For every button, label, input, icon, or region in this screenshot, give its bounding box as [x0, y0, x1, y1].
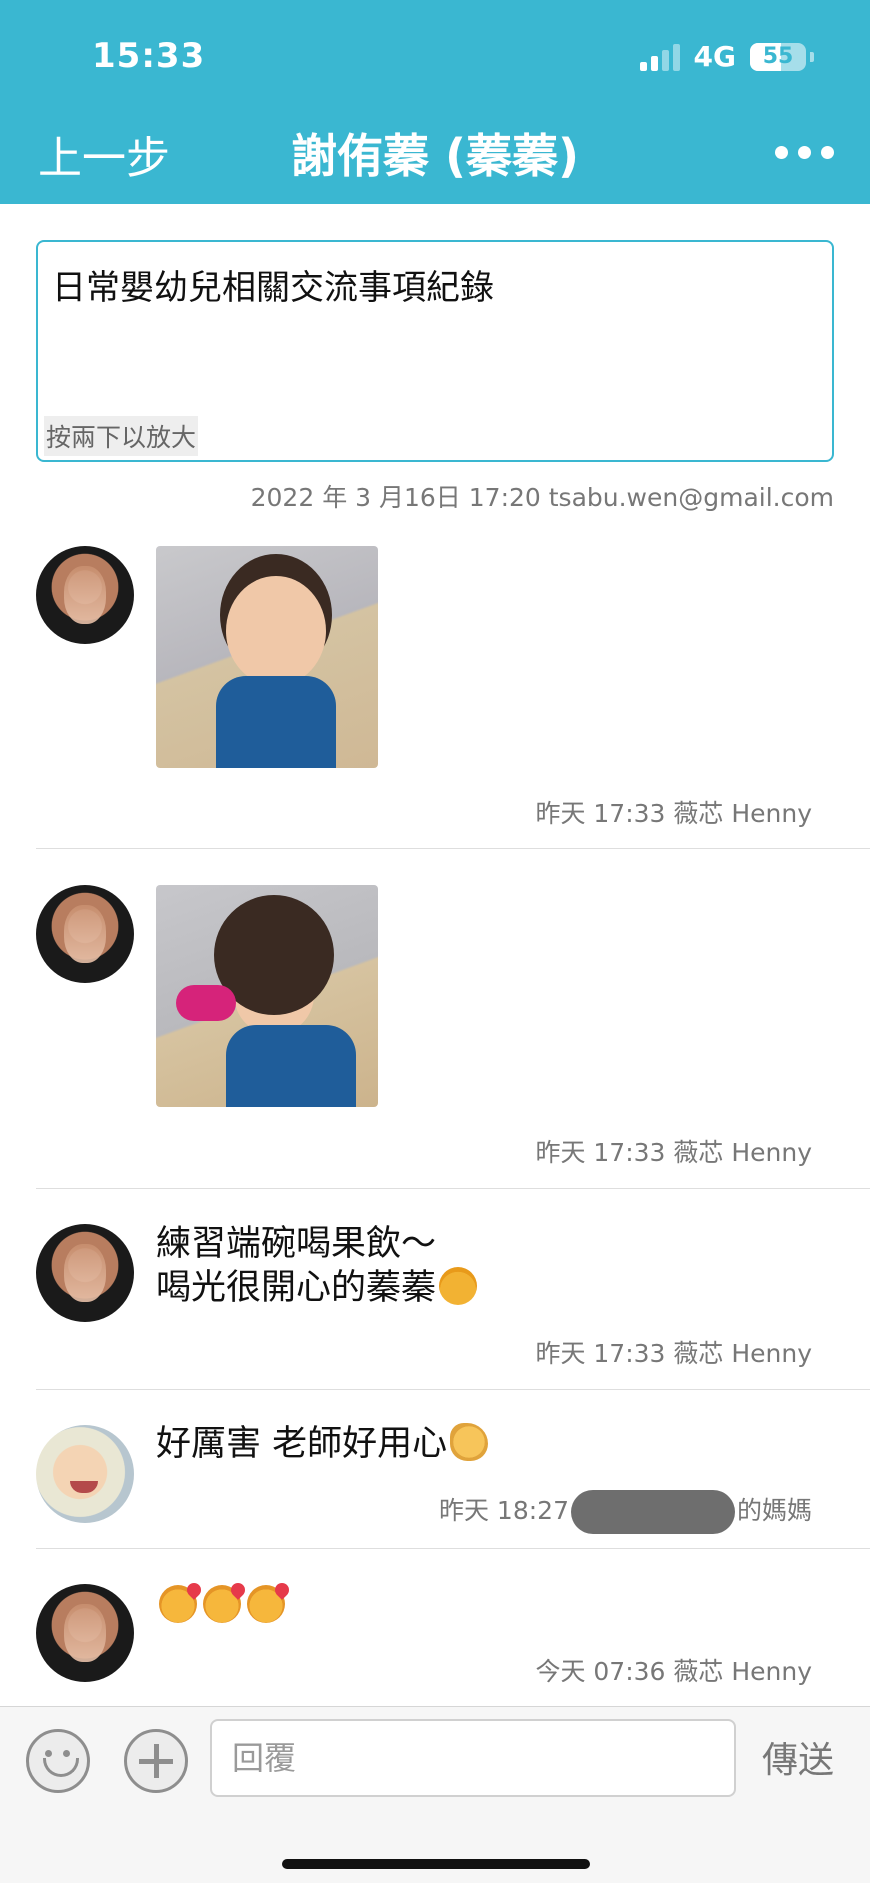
composer-bar: 傳送 [0, 1706, 870, 1883]
page-title: 謝侑蓁 (蓁蓁) [290, 129, 580, 183]
photo-attachment[interactable] [156, 546, 378, 768]
emoji-picker-icon[interactable] [26, 1729, 90, 1793]
avatar[interactable] [36, 885, 134, 983]
note-meta: 2022 年 3 月16日 17:20 tsabu.wen@gmail.com [250, 483, 834, 512]
battery-percent: 55 [762, 43, 794, 69]
smiling-face-with-hearts-icon [203, 1585, 241, 1623]
message-divider [36, 1548, 870, 1549]
signal-icon [639, 43, 680, 71]
home-indicator [282, 1859, 590, 1869]
message-line: 練習端碗喝果飲～ [156, 1224, 437, 1264]
message-meta: 昨天 17:33 薇芯 Henny [535, 799, 812, 828]
app-header: 15:33 4G 55 上一步 謝侑蓁 (蓁蓁) [0, 0, 870, 204]
message-text: 好厲害 老師好用心 [156, 1422, 491, 1466]
zoom-hint: 按兩下以放大 [44, 416, 199, 456]
message-meta: 昨天 17:33 薇芯 Henny [535, 1138, 812, 1167]
battery-icon: 55 [750, 42, 806, 71]
add-attachment-icon[interactable] [124, 1729, 188, 1793]
avatar[interactable] [36, 546, 134, 644]
network-label: 4G [693, 40, 736, 73]
message-meta: 今天 07:36 薇芯 Henny [535, 1657, 812, 1686]
status-indicators: 4G 55 [639, 40, 814, 73]
smiling-face-with-hearts-icon [159, 1585, 197, 1623]
note-text: 日常嬰幼兒相關交流事項紀錄 [52, 268, 494, 308]
message-line-text: 好厲害 老師好用心 [156, 1424, 448, 1464]
clapping-hands-emoji-icon [450, 1423, 489, 1461]
avatar[interactable] [36, 1425, 134, 1523]
message-divider [36, 1389, 870, 1390]
note-box[interactable]: 日常嬰幼兒相關交流事項紀錄 按兩下以放大 [36, 240, 834, 462]
message-divider [36, 1188, 870, 1189]
photo-attachment[interactable] [156, 885, 378, 1107]
send-button[interactable]: 傳送 [762, 1731, 834, 1783]
message-text: 練習端碗喝果飲～ 喝光很開心的蓁蓁 [156, 1222, 480, 1310]
message-line-text: 喝光很開心的蓁蓁 [156, 1268, 437, 1308]
message-meta: 昨天 17:33 薇芯 Henny [535, 1339, 812, 1368]
message-line: 喝光很開心的蓁蓁 [156, 1266, 480, 1310]
message-meta: 昨天 18:27 的媽媽 [439, 1490, 812, 1534]
message-divider [36, 848, 870, 849]
more-options-icon[interactable] [775, 146, 834, 159]
avatar[interactable] [36, 1224, 134, 1322]
meta-sender: 的媽媽 [736, 1496, 812, 1525]
reply-input[interactable] [210, 1719, 736, 1797]
avatar[interactable] [36, 1584, 134, 1682]
smiling-face-emoji-icon [439, 1267, 478, 1305]
smiling-face-with-hearts-icon [247, 1585, 285, 1623]
meta-time: 昨天 18:27 [438, 1496, 569, 1525]
battery-cap [810, 51, 814, 62]
redacted-name [570, 1490, 735, 1534]
status-time: 15:33 [92, 36, 206, 76]
message-emojis [156, 1584, 288, 1628]
